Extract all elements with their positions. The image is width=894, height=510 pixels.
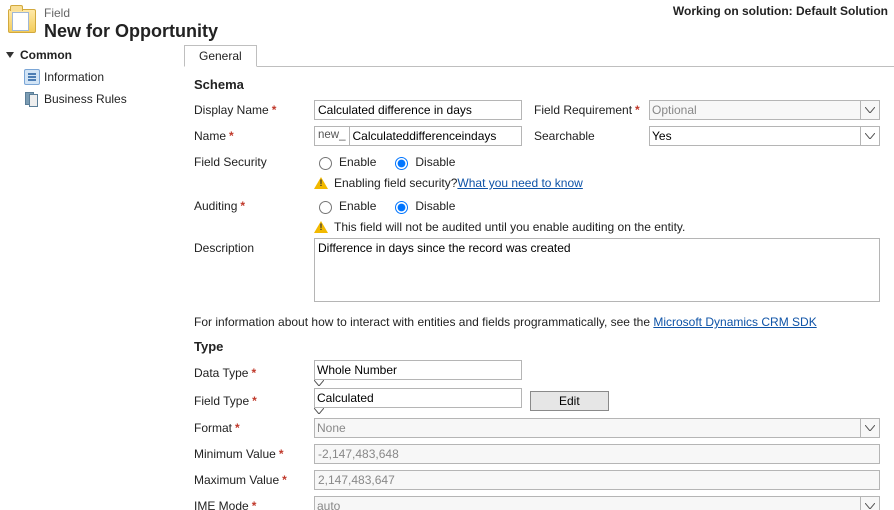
- name-prefix: new_: [314, 126, 349, 146]
- tab-strip: General: [184, 44, 894, 67]
- sidebar-item-business-rules[interactable]: Business Rules: [4, 88, 180, 110]
- sidebar-heading-label: Common: [20, 48, 72, 62]
- field-requirement-label: Field Requirement*: [522, 103, 649, 117]
- field-security-enable-radio[interactable]: Enable: [314, 154, 376, 170]
- maximum-value-input[interactable]: [314, 470, 880, 490]
- header-text: Field New for Opportunity: [44, 6, 218, 42]
- field-security-note: Enabling field security? What you need t…: [314, 176, 880, 190]
- section-schema: Schema: [194, 77, 880, 92]
- minimum-value-input[interactable]: [314, 444, 880, 464]
- name-label: Name*: [194, 129, 314, 143]
- name-input[interactable]: [349, 126, 523, 146]
- display-name-label: Display Name*: [194, 103, 314, 117]
- minimum-value-label: Minimum Value*: [194, 447, 314, 461]
- description-textarea[interactable]: [314, 238, 880, 302]
- field-folder-icon: [8, 9, 36, 33]
- header-supertitle: Field: [44, 6, 218, 20]
- sidebar-heading[interactable]: Common: [4, 44, 180, 66]
- warning-icon: [314, 177, 328, 189]
- chevron-down-icon: [314, 408, 522, 414]
- field-security-disable-radio[interactable]: Disable: [390, 154, 455, 170]
- description-label: Description: [194, 238, 314, 255]
- information-icon: [24, 69, 40, 85]
- sdk-note: For information about how to interact wi…: [194, 315, 880, 329]
- auditing-label: Auditing*: [194, 199, 314, 213]
- maximum-value-label: Maximum Value*: [194, 473, 314, 487]
- chevron-down-icon: [314, 380, 522, 386]
- ime-mode-label: IME Mode*: [194, 499, 314, 510]
- field-security-link[interactable]: What you need to know: [457, 176, 582, 190]
- sidebar: Common Information Business Rules: [0, 44, 180, 510]
- data-type-label: Data Type*: [194, 366, 314, 380]
- page-title: New for Opportunity: [44, 20, 218, 42]
- content-panel: General Schema Display Name* Field Requi…: [180, 44, 894, 510]
- sidebar-item-information[interactable]: Information: [4, 66, 180, 88]
- sidebar-item-label: Business Rules: [44, 92, 127, 106]
- format-select[interactable]: [314, 418, 880, 438]
- format-label: Format*: [194, 421, 314, 435]
- field-type-select[interactable]: [314, 388, 522, 408]
- ime-mode-select[interactable]: [314, 496, 880, 510]
- edit-button[interactable]: Edit: [530, 391, 609, 411]
- section-type: Type: [194, 339, 880, 354]
- business-rules-icon: [24, 91, 40, 107]
- searchable-select[interactable]: [649, 126, 880, 146]
- auditing-disable-radio[interactable]: Disable: [390, 198, 455, 214]
- tab-general[interactable]: General: [184, 45, 257, 67]
- chevron-down-icon: [6, 52, 14, 58]
- sidebar-item-label: Information: [44, 70, 104, 84]
- auditing-note: This field will not be audited until you…: [314, 220, 880, 234]
- field-type-label: Field Type*: [194, 394, 314, 408]
- display-name-input[interactable]: [314, 100, 522, 120]
- field-security-label: Field Security: [194, 155, 314, 169]
- auditing-enable-radio[interactable]: Enable: [314, 198, 376, 214]
- header: Field New for Opportunity Working on sol…: [0, 0, 894, 44]
- solution-label: Working on solution: Default Solution: [673, 4, 888, 18]
- sdk-link[interactable]: Microsoft Dynamics CRM SDK: [653, 315, 816, 329]
- field-requirement-select[interactable]: [649, 100, 880, 120]
- data-type-select[interactable]: [314, 360, 522, 380]
- warning-icon: [314, 221, 328, 233]
- searchable-label: Searchable: [522, 129, 649, 143]
